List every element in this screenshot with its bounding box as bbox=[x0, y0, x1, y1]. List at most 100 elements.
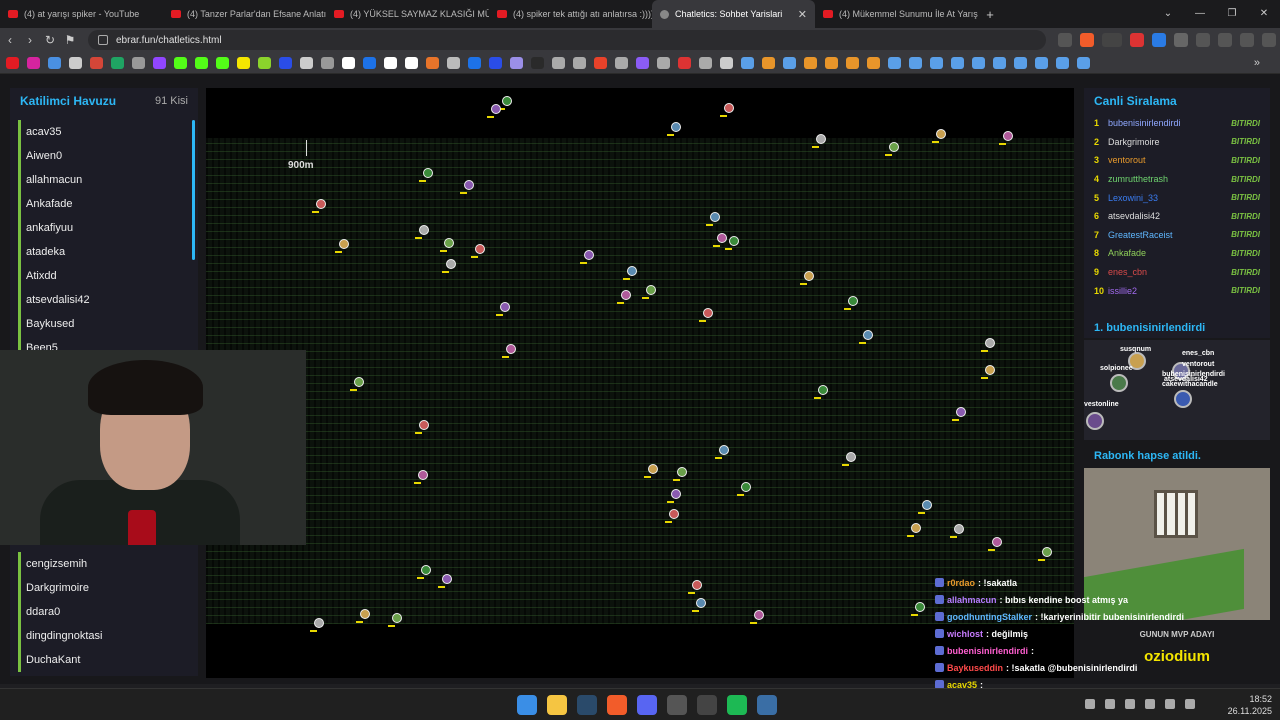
reload-icon[interactable]: ↻ bbox=[40, 33, 60, 47]
bookmark-icon[interactable] bbox=[132, 56, 145, 69]
volume-icon[interactable] bbox=[1165, 699, 1175, 709]
bookmark-icon[interactable] bbox=[300, 56, 313, 69]
network-icon[interactable] bbox=[1185, 699, 1195, 709]
extension-icon[interactable] bbox=[1174, 33, 1188, 47]
bookmark-steam-icon[interactable] bbox=[972, 56, 985, 69]
bookmark-reddit-icon[interactable] bbox=[594, 56, 607, 69]
extension-icon[interactable] bbox=[1102, 33, 1122, 47]
clock[interactable]: 18:52 26.11.2025 bbox=[1228, 693, 1272, 717]
bookmark-steam-icon[interactable] bbox=[783, 56, 796, 69]
bookmark-steam-icon[interactable] bbox=[1014, 56, 1027, 69]
bookmark-drive-icon[interactable] bbox=[111, 56, 124, 69]
bookmark-icon[interactable] bbox=[258, 56, 271, 69]
bookmark-steam-icon[interactable] bbox=[741, 56, 754, 69]
bookmark-icon[interactable] bbox=[846, 56, 859, 69]
extension-icon[interactable] bbox=[1152, 33, 1166, 47]
back-icon[interactable]: ‹ bbox=[0, 33, 20, 47]
sidebar-icon[interactable] bbox=[1218, 33, 1232, 47]
bookmark-icon[interactable] bbox=[321, 56, 334, 69]
extensions-menu-icon[interactable] bbox=[1196, 33, 1210, 47]
tray-chevron-icon[interactable] bbox=[1085, 699, 1095, 709]
bookmark-icon[interactable] bbox=[426, 56, 439, 69]
browser-tab-active[interactable]: Chatletics: Sohbet Yarislari ✕ bbox=[652, 0, 815, 28]
close-window-icon[interactable]: ✕ bbox=[1248, 0, 1280, 28]
bookmark-icon[interactable] bbox=[405, 56, 418, 69]
site-info-icon[interactable] bbox=[98, 35, 108, 45]
bookmark-icon[interactable] bbox=[804, 56, 817, 69]
bookmark-icon[interactable] bbox=[678, 56, 691, 69]
chat-message: goodhuntingStalker: !kariyerinibitir bub… bbox=[935, 608, 1235, 625]
bookmark-icon[interactable] bbox=[531, 56, 544, 69]
obs-icon[interactable] bbox=[697, 695, 717, 715]
bookmark-icon[interactable]: ⚑ bbox=[60, 33, 80, 47]
bookmark-icon[interactable] bbox=[510, 56, 523, 69]
media-icon[interactable] bbox=[1240, 33, 1254, 47]
brave-icon[interactable] bbox=[607, 695, 627, 715]
bookmark-icon[interactable] bbox=[489, 56, 502, 69]
tray-app-icon[interactable] bbox=[1105, 699, 1115, 709]
minimize-icon[interactable]: — bbox=[1184, 0, 1216, 28]
bookmark-gmail-icon[interactable] bbox=[90, 56, 103, 69]
bookmark-icon[interactable] bbox=[636, 56, 649, 69]
rank-number: 1 bbox=[1094, 118, 1100, 129]
bookmark-kick-icon[interactable] bbox=[195, 56, 208, 69]
bookmark-twitch-icon[interactable] bbox=[153, 56, 166, 69]
close-tab-icon[interactable]: ✕ bbox=[798, 8, 807, 21]
bookmark-steam-icon[interactable] bbox=[930, 56, 943, 69]
bookmark-kick-icon[interactable] bbox=[174, 56, 187, 69]
browser-tab[interactable]: (4) Mükemmel Sunumu İle At Yarışı bbox=[815, 0, 978, 28]
racer-boost-bar bbox=[356, 621, 363, 623]
tab-search-icon[interactable]: ⌄ bbox=[1152, 0, 1184, 28]
folder-icon[interactable] bbox=[720, 56, 733, 69]
spotify-icon[interactable] bbox=[727, 695, 747, 715]
bookmark-steam-icon[interactable] bbox=[1056, 56, 1069, 69]
bookmark-x-icon[interactable] bbox=[342, 56, 355, 69]
bookmark-steam-icon[interactable] bbox=[951, 56, 964, 69]
tray-app-icon[interactable] bbox=[1125, 699, 1135, 709]
bookmark-icon[interactable] bbox=[69, 56, 82, 69]
app-icon[interactable] bbox=[757, 695, 777, 715]
file-explorer-icon[interactable] bbox=[547, 695, 567, 715]
bookmark-icon[interactable] bbox=[48, 56, 61, 69]
extension-icon[interactable] bbox=[1130, 33, 1144, 47]
more-bookmarks-icon[interactable]: » bbox=[1254, 57, 1260, 69]
bookmark-icon[interactable] bbox=[573, 56, 586, 69]
bookmark-icon[interactable] bbox=[867, 56, 880, 69]
menu-icon[interactable] bbox=[1262, 33, 1276, 47]
browser-tab[interactable]: (4) at yarışı spiker - YouTube bbox=[0, 0, 163, 28]
url-field[interactable]: ebrar.fun/chatletics.html bbox=[88, 30, 1046, 50]
bookmark-instagram-icon[interactable] bbox=[27, 56, 40, 69]
new-tab-button[interactable]: + bbox=[978, 7, 1002, 22]
bookmark-icon[interactable] bbox=[384, 56, 397, 69]
bookmark-youtube-icon[interactable] bbox=[6, 56, 19, 69]
browser-tab[interactable]: (4) Tanzer Parlar'dan Efsane Anlatım bbox=[163, 0, 326, 28]
bookmark-icon[interactable] bbox=[552, 56, 565, 69]
bookmark-icon[interactable] bbox=[615, 56, 628, 69]
browser-tab[interactable]: (4) YÜKSEL SAYMAZ KLASIĞI MÜKEMMEL bbox=[326, 0, 489, 28]
bookmark-kick-icon[interactable] bbox=[216, 56, 229, 69]
bookmark-steam-icon[interactable] bbox=[1077, 56, 1090, 69]
bookmark-icon[interactable] bbox=[825, 56, 838, 69]
bookmark-steam-icon[interactable] bbox=[1035, 56, 1048, 69]
browser-tab[interactable]: (4) spiker tek attığı atı anlatırsa :)))… bbox=[489, 0, 652, 28]
share-icon[interactable] bbox=[1058, 33, 1072, 47]
discord-icon[interactable] bbox=[637, 695, 657, 715]
bookmark-icon[interactable] bbox=[447, 56, 460, 69]
bookmark-icon[interactable] bbox=[363, 56, 376, 69]
bookmark-icon[interactable] bbox=[279, 56, 292, 69]
start-menu-icon[interactable] bbox=[517, 695, 537, 715]
bookmark-steam-icon[interactable] bbox=[888, 56, 901, 69]
bookmark-icon[interactable] bbox=[699, 56, 712, 69]
steam-icon[interactable] bbox=[577, 695, 597, 715]
bookmark-icon[interactable] bbox=[468, 56, 481, 69]
brave-shield-icon[interactable] bbox=[1080, 33, 1094, 47]
forward-icon[interactable]: › bbox=[20, 33, 40, 47]
maximize-icon[interactable]: ❐ bbox=[1216, 0, 1248, 28]
tray-app-icon[interactable] bbox=[1145, 699, 1155, 709]
bookmark-icon[interactable] bbox=[237, 56, 250, 69]
bookmark-steam-icon[interactable] bbox=[993, 56, 1006, 69]
bookmark-icon[interactable] bbox=[657, 56, 670, 69]
bookmark-icon[interactable] bbox=[762, 56, 775, 69]
bookmark-steam-icon[interactable] bbox=[909, 56, 922, 69]
app-icon[interactable] bbox=[667, 695, 687, 715]
